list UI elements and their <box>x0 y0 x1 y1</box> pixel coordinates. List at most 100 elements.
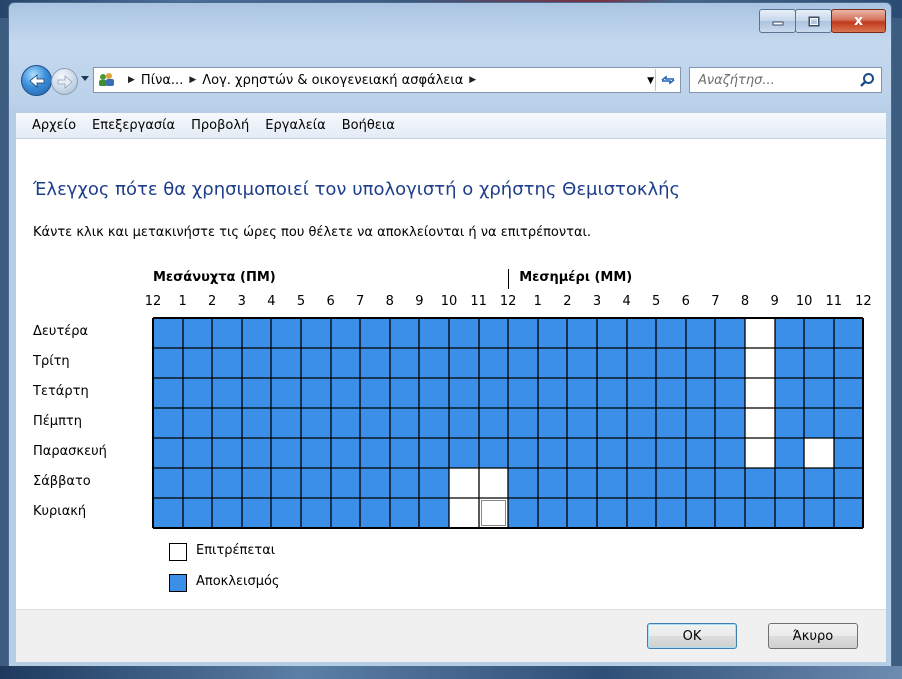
hour-cell[interactable] <box>242 438 271 468</box>
hour-cell[interactable] <box>479 378 508 408</box>
chevron-down-icon[interactable]: ▼ <box>647 76 654 86</box>
hour-cell[interactable] <box>331 348 360 378</box>
hour-cell[interactable] <box>331 408 360 438</box>
hour-cell[interactable] <box>804 348 834 378</box>
hour-cell[interactable] <box>686 498 715 528</box>
hour-cell[interactable] <box>715 468 745 498</box>
hour-cell[interactable] <box>597 348 627 378</box>
hour-cell[interactable] <box>508 378 538 408</box>
hour-cell[interactable] <box>627 438 656 468</box>
hour-cell[interactable] <box>153 468 183 498</box>
hour-cell[interactable] <box>479 348 508 378</box>
menu-view[interactable]: Προβολή <box>191 118 249 133</box>
hour-cell[interactable] <box>597 378 627 408</box>
hour-cell[interactable] <box>804 378 834 408</box>
hour-cell[interactable] <box>775 498 804 528</box>
hour-cell[interactable] <box>597 318 627 348</box>
hour-cell[interactable] <box>567 318 597 348</box>
hour-cell[interactable] <box>449 408 479 438</box>
hour-cell[interactable] <box>715 348 745 378</box>
hour-cell[interactable] <box>271 498 301 528</box>
hour-cell[interactable] <box>775 348 804 378</box>
hour-cell[interactable] <box>390 468 419 498</box>
hour-cell[interactable] <box>449 498 479 528</box>
hour-cell[interactable] <box>804 468 834 498</box>
hour-cell[interactable] <box>656 378 686 408</box>
menu-help[interactable]: Βοήθεια <box>342 118 395 133</box>
maximize-button[interactable] <box>795 9 832 33</box>
hour-cell[interactable] <box>775 378 804 408</box>
hour-cell[interactable] <box>242 318 271 348</box>
hour-cell[interactable] <box>479 318 508 348</box>
hour-cell[interactable] <box>479 438 508 468</box>
hour-cell[interactable] <box>715 318 745 348</box>
hour-cell[interactable] <box>331 438 360 468</box>
hour-cell[interactable] <box>508 408 538 438</box>
forward-button[interactable] <box>51 68 78 95</box>
menu-tools[interactable]: Εργαλεία <box>265 118 325 133</box>
hour-cell[interactable] <box>775 438 804 468</box>
hour-cell[interactable] <box>745 408 775 438</box>
hour-cell[interactable] <box>715 378 745 408</box>
hour-cell[interactable] <box>567 348 597 378</box>
hour-cell[interactable] <box>745 348 775 378</box>
hour-cell[interactable] <box>360 498 390 528</box>
hour-cell[interactable] <box>508 348 538 378</box>
hour-cell[interactable] <box>745 378 775 408</box>
hour-cell[interactable] <box>597 468 627 498</box>
hour-cell[interactable] <box>479 468 508 498</box>
hour-cell[interactable] <box>271 408 301 438</box>
hour-cell[interactable] <box>538 348 567 378</box>
hour-cell[interactable] <box>686 348 715 378</box>
hour-cell[interactable] <box>183 438 212 468</box>
hour-cell[interactable] <box>834 408 863 438</box>
hour-cell[interactable] <box>212 318 242 348</box>
hour-cell[interactable] <box>686 438 715 468</box>
hour-cell[interactable] <box>538 318 567 348</box>
hour-cell[interactable] <box>538 378 567 408</box>
hour-cell[interactable] <box>212 348 242 378</box>
breadcrumb-user-accounts[interactable]: Λογ. χρηστών & οικογενειακή ασφάλεια <box>202 73 463 88</box>
hour-cell[interactable] <box>449 438 479 468</box>
menu-edit[interactable]: Επεξεργασία <box>92 118 175 133</box>
hour-cell[interactable] <box>775 318 804 348</box>
hour-cell[interactable] <box>597 498 627 528</box>
hour-cell[interactable] <box>301 408 331 438</box>
hour-cell[interactable] <box>271 438 301 468</box>
hour-cell[interactable] <box>360 408 390 438</box>
back-button[interactable] <box>21 65 52 96</box>
hour-cell[interactable] <box>508 438 538 468</box>
hour-cell[interactable] <box>212 498 242 528</box>
hour-cell[interactable] <box>212 378 242 408</box>
hour-cell[interactable] <box>538 468 567 498</box>
hour-cell[interactable] <box>656 408 686 438</box>
refresh-button[interactable] <box>655 69 679 91</box>
hour-cell[interactable] <box>567 498 597 528</box>
hour-cell[interactable] <box>715 438 745 468</box>
hour-cell[interactable] <box>301 378 331 408</box>
hour-cell[interactable] <box>419 468 449 498</box>
hour-cell[interactable] <box>834 438 863 468</box>
hour-cell[interactable] <box>538 498 567 528</box>
hour-cell[interactable] <box>508 468 538 498</box>
hour-cell[interactable] <box>656 318 686 348</box>
hour-cell[interactable] <box>804 438 834 468</box>
hour-cell[interactable] <box>153 498 183 528</box>
hour-cell[interactable] <box>331 498 360 528</box>
hour-cell[interactable] <box>390 348 419 378</box>
hour-cell[interactable] <box>567 408 597 438</box>
hour-cell[interactable] <box>271 378 301 408</box>
hour-cell[interactable] <box>834 378 863 408</box>
search-icon[interactable] <box>859 72 875 88</box>
hour-cell[interactable] <box>834 498 863 528</box>
hour-cell[interactable] <box>360 348 390 378</box>
hour-cell[interactable] <box>301 348 331 378</box>
hour-cell[interactable] <box>686 468 715 498</box>
hour-cell[interactable] <box>331 468 360 498</box>
hour-cell[interactable] <box>360 468 390 498</box>
hour-cell[interactable] <box>242 498 271 528</box>
hour-cell[interactable] <box>242 408 271 438</box>
hour-cell[interactable] <box>153 318 183 348</box>
close-button[interactable]: x <box>831 9 886 33</box>
hour-cell[interactable] <box>271 318 301 348</box>
